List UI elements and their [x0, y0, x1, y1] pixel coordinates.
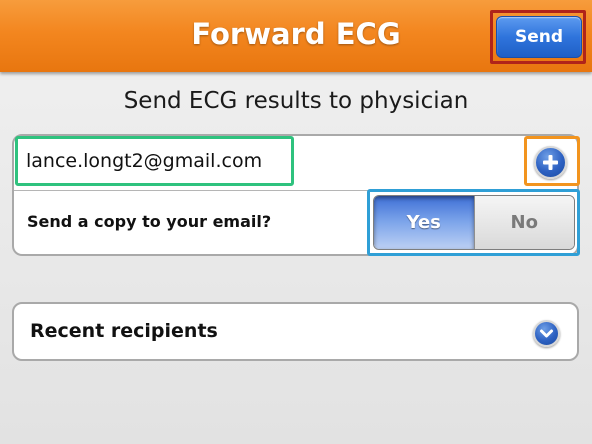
subtitle: Send ECG results to physician — [123, 88, 469, 114]
add-recipient-button[interactable] — [534, 146, 567, 179]
copy-toggle: Yes No — [373, 195, 575, 250]
send-button[interactable]: Send — [496, 16, 582, 58]
copy-email-label: Send a copy to your email? — [27, 212, 272, 231]
toggle-yes-button[interactable]: Yes — [374, 196, 474, 249]
expand-recent-button[interactable] — [533, 320, 560, 347]
plus-circle-icon — [543, 155, 558, 170]
email-field[interactable]: lance.longt2@gmail.com — [26, 145, 288, 177]
toggle-no-button[interactable]: No — [473, 196, 574, 249]
recent-recipients-label: Recent recipients — [30, 320, 218, 342]
chevron-down-icon — [540, 329, 553, 338]
